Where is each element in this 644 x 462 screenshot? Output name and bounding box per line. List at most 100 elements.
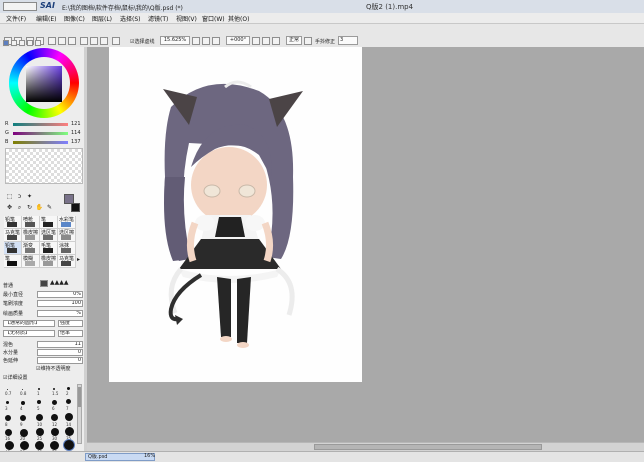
menu-other[interactable]: 其他(O)	[228, 14, 249, 23]
brush-size-scrollbar[interactable]	[77, 384, 82, 444]
swatch-tab-icon[interactable]	[27, 40, 33, 46]
brush-texture-scale[interactable]: 倍率	[58, 330, 83, 337]
brush-grid-scroll-arrow[interactable]: ▸	[77, 256, 82, 268]
brush-slot[interactable]: 选区擦	[58, 229, 76, 242]
move-tool-icon[interactable]: ✥	[5, 203, 14, 212]
rotate-tool-icon[interactable]: ↻	[25, 203, 34, 212]
blend-field[interactable]: 11	[37, 341, 83, 348]
zoom-minus-icon[interactable]	[192, 37, 200, 45]
brush-size-dot[interactable]	[53, 388, 55, 390]
brush-size-dot[interactable]	[20, 441, 29, 450]
zoom-tool-icon[interactable]: ⌕	[15, 203, 24, 212]
brush-size-dot[interactable]	[51, 428, 59, 436]
red-slider[interactable]: R 121	[5, 121, 83, 128]
brush-shape-strength[interactable]: 强度	[58, 320, 83, 327]
brush-slot[interactable]: 毛笔	[40, 242, 58, 255]
brush-slot[interactable]: 橡皮擦	[40, 255, 58, 268]
rgb-tab-icon[interactable]	[11, 40, 17, 46]
color-wheel-tab-icon[interactable]	[3, 40, 9, 46]
density-field[interactable]: 100	[37, 300, 83, 307]
brush-slot[interactable]: 笔	[40, 216, 58, 229]
brush-size-dot[interactable]	[51, 414, 58, 421]
brush-size-dot[interactable]	[65, 427, 74, 436]
scratchpad[interactable]	[5, 148, 83, 184]
zoom-plus-icon[interactable]	[202, 37, 210, 45]
menu-file[interactable]: 文件(F)	[6, 14, 26, 23]
detail-settings-toggle[interactable]: ☑详细设置	[3, 374, 83, 382]
selection-toggle[interactable]: ☑选择虚线	[130, 38, 154, 45]
brush-size-dot[interactable]	[6, 401, 9, 404]
brush-size-dot[interactable]	[7, 389, 8, 390]
brush-slot[interactable]: 选区笔	[40, 229, 58, 242]
hand-tool-icon[interactable]: ✋	[35, 203, 44, 212]
canvas-area[interactable]	[87, 47, 644, 452]
brush-slot[interactable]: 铅笔	[4, 216, 22, 229]
stabilizer-select[interactable]: 3	[338, 36, 358, 45]
brush-size-dot[interactable]	[5, 415, 11, 421]
selection-tool-icon[interactable]: ⬚	[5, 192, 14, 201]
brush-slot[interactable]: 马克笔	[58, 255, 76, 268]
menu-layer[interactable]: 图层(L)	[92, 14, 112, 23]
hsv-tab-icon[interactable]	[19, 40, 25, 46]
rotate-right-icon[interactable]	[90, 37, 98, 45]
scratchpad-tab-icon[interactable]	[35, 40, 41, 46]
brush-texture-select[interactable]: 【无材质】	[3, 330, 55, 337]
mode-toggle-icon[interactable]	[304, 37, 312, 45]
min-size-field[interactable]: 0%	[37, 291, 83, 298]
brush-size-dot[interactable]	[5, 441, 14, 450]
brush-size-dot[interactable]	[21, 401, 25, 405]
brush-slot[interactable]: 渐变	[22, 242, 40, 255]
color-stretch-field[interactable]: 0	[37, 357, 83, 364]
angle-plus-icon[interactable]	[262, 37, 270, 45]
brush-size-dot[interactable]	[50, 441, 59, 450]
canvas-paper[interactable]	[109, 47, 362, 382]
scrollbar-thumb[interactable]	[314, 444, 542, 450]
magic-wand-icon[interactable]: ✦	[25, 192, 34, 201]
menu-filter[interactable]: 滤镜(T)	[148, 14, 168, 23]
brush-size-dot[interactable]	[5, 429, 12, 436]
brush-size-dot[interactable]	[66, 399, 71, 404]
water-field[interactable]: 0	[37, 349, 83, 356]
saturation-value-square[interactable]	[26, 66, 62, 102]
brush-size-dot[interactable]	[20, 429, 28, 437]
zoom-reset-icon[interactable]	[212, 37, 220, 45]
menu-select[interactable]: 选择(S)	[120, 14, 141, 23]
brush-shape-select[interactable]: 【通常的圆形】	[3, 320, 55, 327]
eyedropper-icon[interactable]: ✎	[45, 203, 54, 212]
brush-slot[interactable]: 水彩笔	[58, 216, 76, 229]
menu-image[interactable]: 图像(C)	[64, 14, 85, 23]
brush-size-dot[interactable]	[52, 400, 57, 405]
menu-edit[interactable]: 编辑(E)	[36, 14, 56, 23]
brush-size-dot[interactable]	[36, 414, 43, 421]
menu-window[interactable]: 窗口(W)	[202, 14, 225, 23]
brush-size-dot[interactable]	[36, 428, 44, 436]
brush-size-dot[interactable]	[65, 413, 73, 421]
angle-minus-icon[interactable]	[252, 37, 260, 45]
green-slider[interactable]: G 114	[5, 130, 83, 137]
quality-field[interactable]: %	[37, 310, 83, 317]
brush-slot[interactable]: 喷枪	[22, 216, 40, 229]
brush-size-dot[interactable]	[67, 387, 70, 390]
brush-size-dot[interactable]	[37, 400, 41, 404]
lasso-tool-icon[interactable]: ↄ	[15, 192, 24, 201]
brush-slot[interactable]: 笔	[4, 255, 22, 268]
angle-reset-icon[interactable]	[272, 37, 280, 45]
brush-slot-selected[interactable]: 铅笔	[4, 242, 22, 255]
secondary-color-swatch[interactable]	[71, 203, 80, 212]
brush-size-dot[interactable]	[20, 415, 26, 421]
menu-view[interactable]: 视图(V)	[176, 14, 197, 23]
brush-size-dot[interactable]	[22, 389, 23, 390]
reset-rotation-icon[interactable]	[100, 37, 108, 45]
flip-icon[interactable]	[112, 37, 120, 45]
brush-slot[interactable]: 涂抹	[58, 242, 76, 255]
brush-slot[interactable]: 马克笔	[4, 229, 22, 242]
zoom-field[interactable]: 15.625%	[160, 36, 190, 45]
brush-slot[interactable]: 模糊	[22, 255, 40, 268]
blue-slider[interactable]: B 137	[5, 139, 83, 146]
angle-field[interactable]: +000°	[226, 36, 250, 45]
blend-mode-select[interactable]: 正常	[286, 36, 302, 45]
brush-slot[interactable]: 橡皮擦	[22, 229, 40, 242]
brush-size-dot[interactable]	[35, 441, 44, 450]
brush-size-dot-selected[interactable]	[64, 440, 74, 450]
brush-size-dot[interactable]	[38, 388, 40, 390]
